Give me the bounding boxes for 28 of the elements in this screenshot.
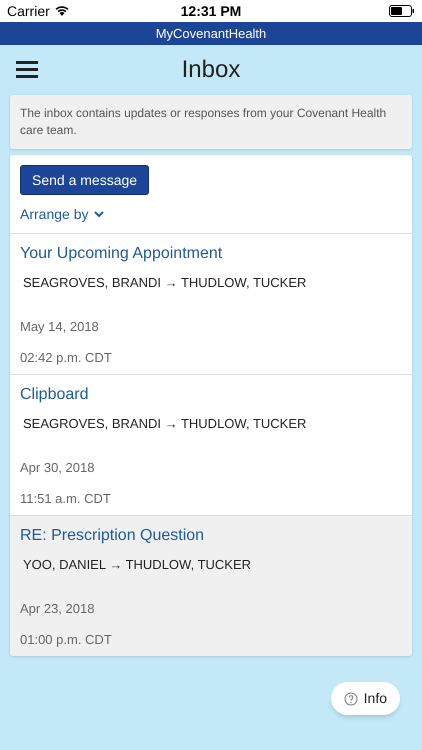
clock: 12:31 PM bbox=[180, 2, 242, 20]
message-subject: Your Upcoming Appointment bbox=[20, 244, 224, 264]
message-participants: SEAGROVES, BRANDI → THUDLOW, TUCKER bbox=[22, 274, 308, 292]
message-item[interactable]: RE: Prescription Question YOO, DANIEL → THUDLOW, TUCKER Apr 23, 2018 01:00 p.m. CDT bbox=[10, 515, 412, 656]
arrange-by-dropdown[interactable]: Arrange by bbox=[20, 204, 104, 225]
carrier-label: Carrier bbox=[7, 2, 50, 20]
info-button[interactable]: Info bbox=[330, 682, 400, 715]
battery-icon bbox=[388, 5, 415, 17]
message-time: 11:51 a.m. CDT bbox=[20, 490, 112, 508]
message-date: Apr 23, 2018 bbox=[20, 600, 96, 618]
message-item[interactable]: Your Upcoming Appointment SEAGROVES, BRANDI → THUDLOW, TUCKER May 14, 2018 02:42 p.m. CDT bbox=[10, 233, 412, 374]
menu-button[interactable] bbox=[16, 61, 38, 78]
app-title: MyCovenantHealth bbox=[156, 24, 266, 43]
message-time: 01:00 p.m. CDT bbox=[20, 631, 113, 649]
wifi-icon bbox=[54, 5, 70, 17]
message-date: May 14, 2018 bbox=[20, 318, 100, 336]
page-title: Inbox bbox=[182, 55, 240, 85]
message-time: 02:42 p.m. CDT bbox=[20, 349, 113, 367]
send-message-button[interactable]: Send a message bbox=[20, 165, 150, 195]
message-item[interactable]: Clipboard SEAGROVES, BRANDI → THUDLOW, TUCKER Apr 30, 2018 11:51 a.m. CDT bbox=[10, 374, 412, 515]
message-subject: Clipboard bbox=[20, 385, 90, 405]
chevron-down-icon bbox=[94, 211, 104, 218]
message-participants: YOO, DANIEL → THUDLOW, TUCKER bbox=[22, 556, 252, 574]
help-icon bbox=[344, 692, 358, 706]
message-subject: RE: Prescription Question bbox=[20, 526, 206, 546]
notice-text: The inbox contains updates or responses from your Covenant Health care team. bbox=[20, 105, 388, 139]
message-participants: SEAGROVES, BRANDI → THUDLOW, TUCKER bbox=[22, 415, 308, 433]
message-date: Apr 30, 2018 bbox=[20, 458, 96, 477]
